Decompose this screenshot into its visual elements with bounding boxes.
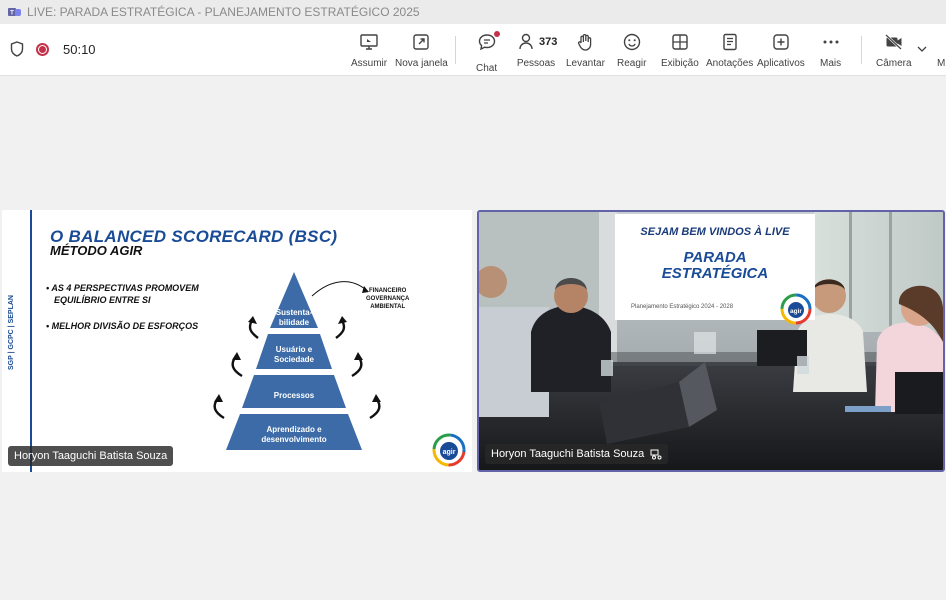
pyramid-level-2-label: Usuário e Sociedade: [273, 345, 314, 364]
chat-button[interactable]: Chat: [476, 31, 500, 74]
agir-logo-icon: agir: [432, 433, 466, 467]
shield-icon[interactable]: [10, 41, 24, 57]
exibicao-label: Exibição: [661, 58, 699, 69]
aplicativos-label: Aplicativos: [757, 58, 805, 69]
people-count: 373: [539, 36, 558, 48]
slide-accent-bar: [30, 210, 32, 472]
slide-bullet-1-cont: EQUILÍBRIO ENTRE SI: [54, 295, 151, 305]
camera-off-icon: [884, 34, 902, 50]
participant-name: Horyon Taaguchi Batista Souza: [491, 448, 645, 460]
participant-name-tag: Horyon Taaguchi Batista Souza: [485, 444, 669, 464]
camera-button[interactable]: Câmera: [876, 32, 912, 69]
screen-share-icon: [360, 34, 378, 50]
assumir-label: Assumir: [351, 58, 388, 69]
svg-text:T: T: [10, 11, 14, 17]
pyramid-level-4-label: Aprendizado e desenvolvimento: [261, 425, 327, 444]
anotacoes-button[interactable]: Anotações: [706, 32, 753, 69]
people-icon: [519, 33, 533, 50]
banner-welcome-text: SEJAM BEM VINDOS À LIVE: [640, 226, 790, 238]
emoji-icon: [623, 33, 640, 51]
participant-name-tag: Horyon Taaguchi Batista Souza: [8, 446, 174, 466]
room-device-icon: [650, 449, 662, 459]
title-bar: T LIVE: PARADA ESTRATÉGICA - PLANEJAMENT…: [0, 0, 946, 24]
slide-vertical-text: SGP | GCPC | SEPLAN: [8, 295, 15, 370]
chat-label: Chat: [476, 63, 498, 74]
banner-subtitle: Planejamento Estratégico 2024 - 2028: [631, 304, 734, 310]
aplicativos-button[interactable]: Aplicativos: [757, 32, 805, 69]
slide-annotation: FINANCEIRO GOVERNANÇA AMBIENTAL: [366, 288, 410, 310]
slide-subtitle: MÉTODO AGIR: [50, 243, 143, 258]
participant-name: Horyon Taaguchi Batista Souza: [14, 450, 168, 462]
notes-icon: [722, 33, 737, 51]
meeting-toolbar: 50:10 Assumir Nova janela Chat 373 Pesso…: [0, 24, 946, 76]
levantar-button[interactable]: Levantar: [566, 32, 605, 69]
recording-indicator-icon: [36, 42, 49, 56]
banner-title: PARADA ESTRATÉGICA: [661, 249, 769, 282]
toolbar-divider: [861, 36, 862, 64]
slide-bullet-2: • MELHOR DIVISÃO DE ESFORÇOS: [46, 321, 199, 331]
shared-slide-tile[interactable]: SGP | GCPC | SEPLAN O BALANCED SCORECARD…: [2, 210, 472, 472]
reagir-label: Reagir: [617, 58, 647, 69]
raise-hand-icon: [578, 34, 592, 51]
layout-grid-icon: [672, 34, 688, 50]
pyramid-level-1-label: Sustenta-bilidade: [275, 308, 313, 327]
anotacoes-label: Anotações: [706, 58, 754, 69]
exibicao-button[interactable]: Exibição: [661, 32, 699, 69]
pop-out-icon: [413, 34, 430, 50]
add-app-icon: [773, 34, 789, 50]
teams-icon: T: [8, 8, 21, 17]
microphone-label-partial[interactable]: Mi: [937, 58, 946, 69]
mais-button[interactable]: Mais: [820, 32, 841, 69]
svg-text:agir: agir: [443, 449, 456, 456]
chevron-down-icon[interactable]: [917, 45, 927, 53]
nova-janela-label: Nova janela: [395, 58, 448, 69]
mais-label: Mais: [820, 58, 842, 69]
camera-label: Câmera: [876, 58, 912, 69]
meeting-timer: 50:10: [63, 41, 96, 57]
pessoas-button[interactable]: 373 Pessoas: [516, 32, 558, 69]
svg-text:agir: agir: [790, 308, 802, 315]
nova-janela-button[interactable]: Nova janela: [395, 32, 448, 69]
levantar-label: Levantar: [566, 58, 605, 69]
chat-unread-dot: [493, 31, 500, 37]
pyramid-level-3-label: Processos: [273, 391, 315, 400]
reagir-button[interactable]: Reagir: [617, 32, 646, 69]
toolbar-divider: [455, 36, 456, 64]
pessoas-label: Pessoas: [516, 58, 556, 69]
assumir-button[interactable]: Assumir: [351, 32, 387, 69]
more-options-icon: [823, 40, 839, 44]
window-title: LIVE: PARADA ESTRATÉGICA - PLANEJAMENTO …: [27, 5, 420, 19]
agir-logo-icon: agir: [780, 293, 812, 325]
participant-video-tile[interactable]: SEJAM BEM VINDOS À LIVE PARADA ESTRATÉGIC…: [477, 210, 945, 472]
